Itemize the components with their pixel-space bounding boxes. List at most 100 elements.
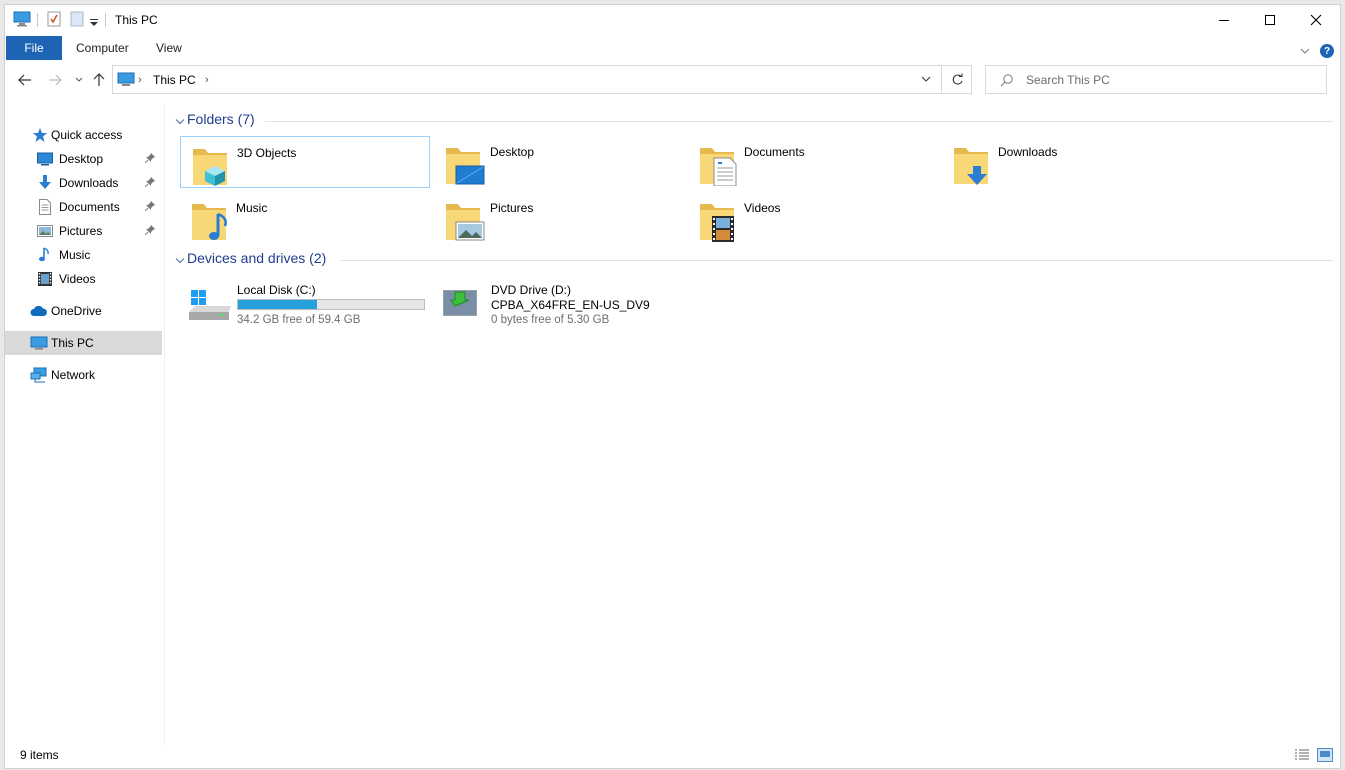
breadcrumb-chevron-icon[interactable]: › [138, 74, 142, 86]
sidebar-item-label: Downloads [59, 176, 119, 190]
back-arrow-icon [18, 74, 31, 86]
group-divider [341, 260, 1333, 261]
sidebar-item-this-pc[interactable]: This PC [5, 331, 162, 355]
sidebar-item-network[interactable]: Network [5, 363, 162, 387]
group-header-devices-and-drives[interactable]: Devices and drives (2) [173, 250, 1333, 270]
folder-tile-videos[interactable]: Videos [688, 192, 938, 244]
large-icons-view-icon[interactable] [1317, 748, 1333, 765]
navigation-pane-divider[interactable] [164, 105, 165, 745]
recent-locations-button[interactable] [69, 70, 89, 90]
forward-button[interactable] [45, 70, 65, 90]
folder-tile-pictures[interactable]: Pictures [434, 192, 684, 244]
up-button[interactable] [89, 70, 109, 90]
pin-icon[interactable] [144, 176, 155, 190]
details-view-icon[interactable] [1294, 748, 1310, 765]
address-bar[interactable]: › This PC › [112, 65, 972, 94]
customize-toolbar-dropdown-icon[interactable] [90, 16, 98, 30]
collapse-chevron-icon[interactable] [175, 115, 185, 129]
window-title: This PC [115, 13, 158, 27]
computer-icon [30, 335, 48, 351]
refresh-button[interactable] [941, 66, 972, 93]
breadcrumb-this-pc[interactable]: This PC [153, 73, 196, 87]
sidebar-item-label: Music [59, 248, 91, 262]
folder-tile-downloads[interactable]: Downloads [942, 136, 1192, 188]
document-icon [37, 199, 53, 215]
drive-name: Local Disk (C:) [237, 283, 316, 297]
folder-name: Videos [744, 201, 781, 215]
sidebar-item-pictures[interactable]: Pictures [5, 219, 162, 243]
tab-view[interactable]: View [156, 41, 182, 55]
drive-space-info: 34.2 GB free of 59.4 GB [237, 314, 361, 326]
folder-name: Music [236, 201, 268, 215]
desktop-icon [37, 151, 53, 167]
drive-tile-dvd-drive[interactable]: DVD Drive (D:) CPBA_X64FRE_EN-US_DV9 0 b… [435, 278, 685, 328]
maximize-button[interactable] [1247, 5, 1293, 35]
sidebar-item-onedrive[interactable]: OneDrive [5, 299, 162, 323]
search-input[interactable]: Search This PC [1026, 73, 1110, 87]
drive-tile-local-disk[interactable]: Local Disk (C:) 34.2 GB free of 59.4 GB [181, 278, 431, 328]
folder-tile-desktop[interactable]: Desktop [434, 136, 684, 188]
collapse-chevron-icon[interactable] [175, 254, 185, 268]
pictures-icon [37, 223, 53, 239]
group-title: Folders (7) [187, 111, 255, 127]
refresh-icon [952, 73, 963, 85]
pin-icon[interactable] [144, 224, 155, 238]
tab-file[interactable]: File [6, 36, 62, 60]
drive-usage-bar [237, 299, 425, 310]
drive-usage-bar-fill [238, 300, 317, 309]
folder-tile-3d-objects[interactable]: 3D Objects [180, 136, 430, 188]
sidebar-item-label: Desktop [59, 152, 104, 166]
ribbon: File Computer View ? [5, 35, 1340, 62]
download-icon [37, 175, 53, 191]
sidebar-item-label: Network [51, 368, 96, 382]
folder-name: 3D Objects [237, 146, 297, 160]
sidebar-item-quick-access[interactable]: Quick access [5, 123, 162, 147]
pin-icon[interactable] [144, 200, 155, 214]
maximize-icon [1265, 15, 1275, 25]
computer-icon [13, 11, 31, 30]
group-title: Devices and drives (2) [187, 250, 327, 266]
up-arrow-icon [93, 73, 105, 86]
help-icon[interactable]: ? [1320, 44, 1334, 58]
drive-volume-label: CPBA_X64FRE_EN-US_DV9 [491, 298, 650, 312]
sidebar-item-documents[interactable]: Documents [5, 195, 162, 219]
sidebar-item-music[interactable]: Music [5, 243, 162, 267]
downloads-folder-icon [952, 142, 994, 189]
item-count: 9 items [20, 748, 59, 762]
explorer-window: This PC File Computer View ? › This PC ›… [5, 5, 1340, 768]
toolbar-separator [37, 13, 38, 27]
sidebar-item-label: Pictures [59, 224, 103, 238]
sidebar-item-desktop[interactable]: Desktop [5, 147, 162, 171]
sidebar-item-label: Quick access [51, 128, 123, 142]
star-icon [32, 127, 48, 143]
sidebar-item-label: This PC [51, 336, 94, 350]
pin-icon[interactable] [144, 152, 155, 166]
search-box[interactable]: Search This PC [985, 65, 1327, 94]
back-button[interactable] [15, 70, 35, 90]
cloud-icon [30, 303, 47, 319]
network-icon [30, 367, 47, 383]
sidebar-item-videos[interactable]: Videos [5, 267, 162, 291]
toolbar-separator [105, 13, 106, 27]
video-icon [37, 271, 53, 287]
folder-tile-music[interactable]: Music [180, 192, 430, 244]
hard-disk-icon [187, 286, 231, 325]
pictures-folder-icon [444, 198, 486, 245]
dvd-drive-icon [441, 284, 481, 321]
properties-icon[interactable] [47, 11, 61, 30]
new-folder-icon[interactable] [70, 11, 84, 30]
sidebar-item-downloads[interactable]: Downloads [5, 171, 162, 195]
videos-folder-icon [698, 198, 740, 245]
group-divider [265, 121, 1333, 122]
group-header-folders[interactable]: Folders (7) [173, 111, 1333, 131]
folder-tile-documents[interactable]: Documents [688, 136, 938, 188]
close-icon [1310, 14, 1322, 26]
tab-computer[interactable]: Computer [76, 41, 129, 55]
close-button[interactable] [1293, 5, 1339, 35]
breadcrumb-chevron-icon[interactable]: › [205, 74, 209, 86]
expand-ribbon-chevron-icon[interactable] [1300, 44, 1310, 58]
documents-folder-icon [698, 142, 740, 189]
chevron-down-icon [75, 77, 83, 82]
minimize-button[interactable] [1201, 5, 1247, 35]
address-dropdown-icon[interactable] [921, 72, 931, 89]
